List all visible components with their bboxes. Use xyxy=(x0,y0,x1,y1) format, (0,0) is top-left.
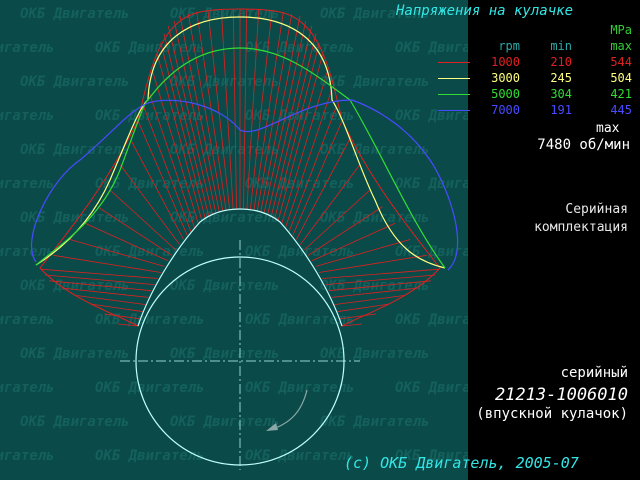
max-speed-value: 7480 об/мин xyxy=(537,137,630,153)
legend-rpm: 3000 xyxy=(491,71,520,85)
legend-row: 7000 191 445 xyxy=(438,102,638,118)
serial-label: серийный xyxy=(560,365,628,381)
configuration-line-1: Серийная xyxy=(565,202,628,217)
legend-swatch xyxy=(438,94,470,95)
chart-title: Напряжения на кулачке xyxy=(396,3,574,19)
legend-max: 445 xyxy=(610,103,632,117)
legend-max: 504 xyxy=(610,71,632,85)
legend-min: 210 xyxy=(550,55,572,69)
cam-stress-screen: ОКБ ДвигательОКБ ДвигательОКБ ДвигательО… xyxy=(0,0,640,480)
legend-col-min: min xyxy=(550,39,572,53)
max-speed-label: max xyxy=(596,121,620,136)
legend-unit: MPa xyxy=(610,23,632,37)
legend-row: 5000 304 421 xyxy=(438,86,638,102)
legend-min: 304 xyxy=(550,87,572,101)
legend-header-row: rpm min max xyxy=(438,38,638,54)
legend-rpm: 5000 xyxy=(491,87,520,101)
legend-col-rpm: rpm xyxy=(498,39,520,53)
legend-rpm: 1000 xyxy=(491,55,520,69)
part-number: 21213-1006010 xyxy=(494,385,628,405)
stress-curve-5000 xyxy=(35,47,446,269)
legend-swatch xyxy=(438,78,470,79)
legend-rpm: 7000 xyxy=(491,103,520,117)
stress-plot-area: ОКБ ДвигательОКБ ДвигательОКБ ДвигательО… xyxy=(0,0,468,480)
legend-swatch xyxy=(438,62,470,63)
legend-min: 245 xyxy=(550,71,572,85)
legend-max: 544 xyxy=(610,55,632,69)
legend-unit-row: MPa xyxy=(438,22,638,38)
stress-curve-3000 xyxy=(35,16,446,269)
legend-swatch xyxy=(438,110,470,111)
rotation-arrow-head xyxy=(266,423,278,431)
legend-max: 421 xyxy=(610,87,632,101)
legend-row: 1000 210 544 xyxy=(438,54,638,70)
legend-min: 191 xyxy=(550,103,572,117)
legend-col-max: max xyxy=(610,39,632,53)
cam-stress-diagram xyxy=(31,8,459,470)
copyright-text: (c) ОКБ Двигатель, 2005-07 xyxy=(344,454,579,472)
configuration-line-2: комплектация xyxy=(534,220,628,235)
legend-row: 3000 245 504 xyxy=(438,70,638,86)
legend: MPa rpm min max 1000 210 544 3000 245 50… xyxy=(438,22,638,118)
part-description: (впускной кулачок) xyxy=(476,406,628,422)
configuration-label: Серийная комплектация xyxy=(534,201,628,237)
